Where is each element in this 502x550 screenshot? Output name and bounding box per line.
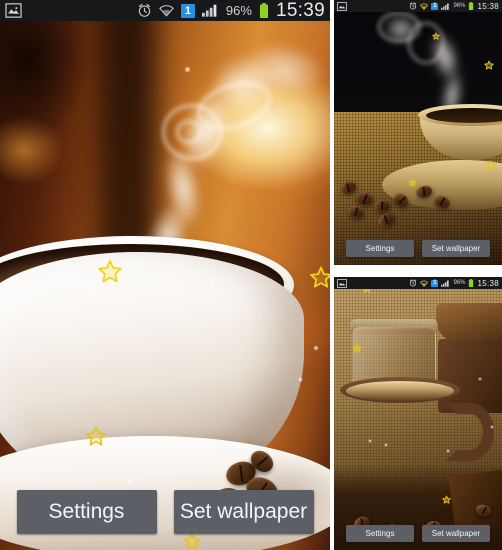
hearth-shadow <box>0 0 120 200</box>
notification-badge: 1 <box>431 279 439 287</box>
battery-full-icon <box>469 279 474 287</box>
status-bar-right: 1 96% 15:39 <box>137 0 325 22</box>
settings-button[interactable]: Settings <box>346 525 414 542</box>
gallery-icon <box>5 3 22 18</box>
star-particle <box>486 160 496 170</box>
signal-bars-icon <box>201 4 217 17</box>
star-particle <box>86 426 106 446</box>
star-particle <box>442 495 451 504</box>
sparkle-particle <box>91 292 97 298</box>
sparkle-particle <box>209 277 216 284</box>
wallpaper-action-bar: Settings Set wallpaper <box>0 490 330 534</box>
steam-wisp <box>386 16 416 42</box>
sparkle-particle <box>298 377 303 382</box>
star-particle <box>432 32 440 40</box>
alarm-clock-icon <box>410 279 417 287</box>
sparkle-particle <box>184 66 191 73</box>
battery-percent: 96% <box>453 3 466 9</box>
steam-curl <box>176 120 202 144</box>
set-wallpaper-button[interactable]: Set wallpaper <box>173 490 314 534</box>
wifi-icon <box>420 3 429 10</box>
star-particle <box>98 259 122 283</box>
status-bar-right: 1 96% 15:38 <box>409 2 499 11</box>
sparkle-particle <box>384 443 388 447</box>
coffee-surface <box>346 381 454 401</box>
clock: 15:38 <box>477 278 499 288</box>
battery-full-icon <box>259 3 269 18</box>
sparkle-particle <box>313 345 319 351</box>
alarm-clock-icon <box>410 2 417 10</box>
set-wallpaper-button[interactable]: Set wallpaper <box>422 525 490 542</box>
sparkle-particle <box>478 377 482 381</box>
status-bar: 1 96% 15:38 <box>334 0 502 12</box>
wallpaper-action-bar: Settings Set wallpaper <box>334 525 502 542</box>
clock: 15:38 <box>477 1 499 11</box>
notification-badge: 1 <box>180 3 195 18</box>
sparkle-particle <box>446 449 450 453</box>
status-bar: 1 96% 15:38 <box>334 277 502 289</box>
wifi-icon <box>159 5 174 17</box>
wallpaper-preview-collage: 1 96% 15:39 Settings Set wallpaper 1 96%… <box>0 0 502 550</box>
signal-bars-icon <box>441 2 450 10</box>
notification-badge: 1 <box>431 2 439 10</box>
star-particle <box>352 343 362 353</box>
gallery-icon <box>337 1 347 11</box>
top-right-wallpaper-art <box>334 0 502 265</box>
bottom-right-wallpaper-art <box>334 277 502 550</box>
top-right-wallpaper-screen: 1 96% 15:38 Settings Set wallpaper <box>334 0 502 265</box>
alarm-clock-icon <box>138 3 151 17</box>
clock: 15:39 <box>275 0 325 21</box>
status-bar: 1 96% 15:39 <box>0 0 330 21</box>
star-particle <box>183 533 201 549</box>
main-wallpaper-art <box>0 0 330 550</box>
status-bar-right: 1 96% 15:38 <box>409 279 499 288</box>
battery-percent: 96% <box>453 280 466 286</box>
sparkle-particle <box>490 425 494 429</box>
gallery-icon <box>337 278 347 288</box>
star-particle <box>408 178 417 187</box>
star-particle <box>310 266 330 288</box>
bottom-right-wallpaper-screen: 1 96% 15:38 Settings Set wallpaper <box>334 277 502 550</box>
battery-full-icon <box>469 2 474 10</box>
battery-percent: 96% <box>225 3 252 18</box>
star-particle <box>484 60 494 70</box>
signal-bars-icon <box>441 279 450 287</box>
sparkle-particle <box>368 439 372 443</box>
wifi-icon <box>420 280 429 287</box>
wallpaper-action-bar: Settings Set wallpaper <box>334 240 502 257</box>
sparkle-particle <box>127 480 132 485</box>
settings-button[interactable]: Settings <box>16 490 157 534</box>
settings-button[interactable]: Settings <box>346 240 414 257</box>
main-wallpaper-screen: 1 96% 15:39 Settings Set wallpaper <box>0 0 330 550</box>
sparkle-particle <box>165 289 171 295</box>
set-wallpaper-button[interactable]: Set wallpaper <box>422 240 490 257</box>
